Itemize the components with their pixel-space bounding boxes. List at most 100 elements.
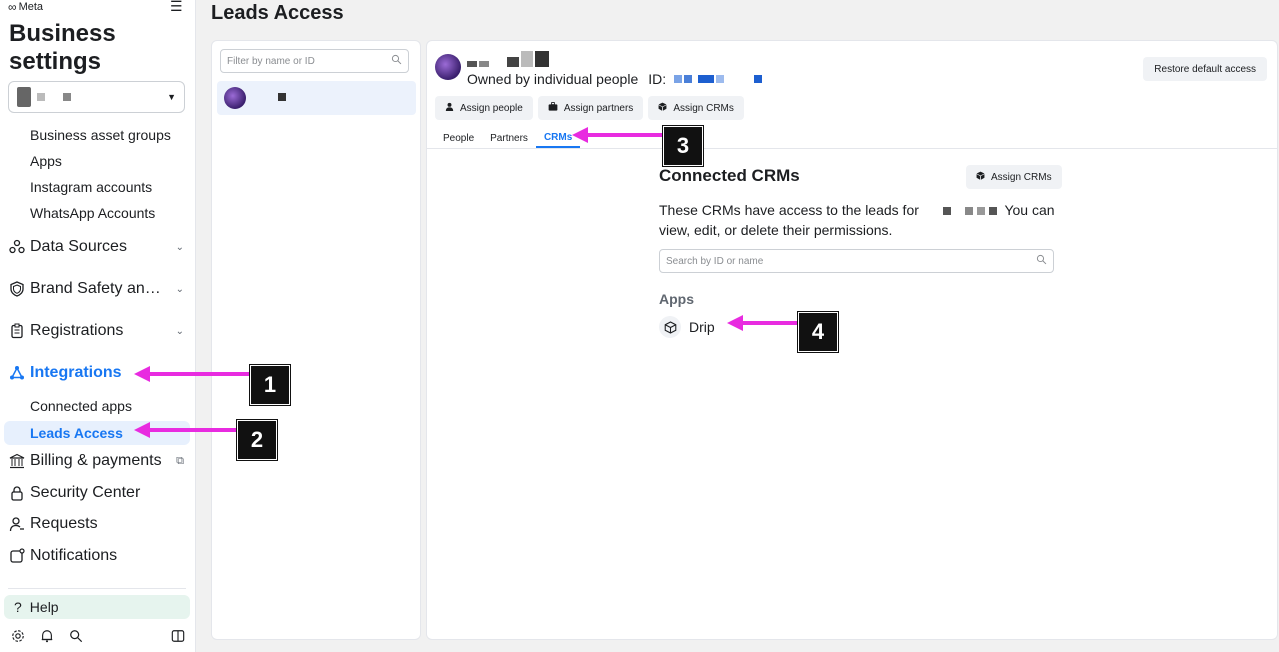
- apps-heading: Apps: [659, 291, 694, 307]
- lock-icon: [8, 484, 26, 502]
- sidebar-item-requests[interactable]: Requests: [8, 515, 184, 533]
- chevron-down-icon: ⌄: [175, 325, 184, 337]
- list-item-selected[interactable]: [217, 81, 416, 115]
- title-line-2: settings: [9, 48, 102, 75]
- button-label: Assign people: [460, 102, 523, 114]
- sidebar-item-label: Billing & payments: [30, 452, 162, 469]
- assign-crms-button[interactable]: Assign CRMs: [648, 96, 744, 120]
- filter-field: [220, 49, 409, 73]
- description-text: These CRMs have access to the leads for: [659, 202, 919, 218]
- help-label: Help: [29, 599, 59, 615]
- sidebar-item-whatsapp-accounts[interactable]: WhatsApp Accounts: [30, 205, 155, 221]
- redacted-block: [278, 93, 286, 101]
- person-request-icon: [8, 515, 26, 533]
- business-selector[interactable]: ▼: [8, 81, 185, 113]
- briefcase-icon: [548, 102, 558, 114]
- button-label: Assign partners: [563, 102, 634, 114]
- title-line-1: Business: [9, 20, 116, 47]
- crm-search-input[interactable]: [666, 255, 1026, 267]
- tab-bar: People Partners CRMs: [435, 129, 581, 148]
- sidebar-item-label: Data Sources: [30, 238, 127, 255]
- integrations-icon: [8, 364, 26, 382]
- redacted-block: [507, 57, 519, 67]
- crm-search-field: [659, 249, 1054, 273]
- caret-down-icon: ▼: [167, 92, 176, 102]
- sidebar-item-security-center[interactable]: Security Center: [8, 484, 184, 502]
- section-description: These CRMs have access to the leads for …: [659, 200, 1059, 240]
- search-icon: [391, 54, 402, 68]
- bank-icon: [8, 452, 26, 470]
- annotation-arrow: [741, 321, 801, 325]
- clipboard-icon: [8, 322, 26, 340]
- redacted-name: [942, 207, 997, 216]
- annotation-badge-2: 2: [237, 420, 277, 460]
- sidebar-footer-icons: [10, 628, 186, 644]
- bell-icon[interactable]: [39, 628, 55, 644]
- sidebar-item-connected-apps[interactable]: Connected apps: [30, 398, 132, 414]
- list-item-drip[interactable]: Drip: [659, 316, 715, 338]
- assign-partners-button[interactable]: Assign partners: [537, 96, 644, 120]
- cube-icon: [976, 171, 985, 183]
- restore-default-access-button[interactable]: Restore default access: [1143, 57, 1267, 81]
- sidebar-item-billing[interactable]: Billing & payments ⧉: [8, 452, 184, 470]
- sidebar-item-apps[interactable]: Apps: [30, 153, 62, 169]
- detail-panel: Owned by individual people ID: Restore d…: [426, 40, 1278, 640]
- meta-brand-text: Meta: [18, 1, 44, 13]
- panel-toggle-icon[interactable]: [170, 628, 186, 644]
- help-button[interactable]: ? Help: [4, 595, 190, 619]
- assign-crms-secondary-button[interactable]: Assign CRMs: [966, 165, 1062, 189]
- assign-people-button[interactable]: Assign people: [435, 96, 533, 120]
- sidebar-item-business-asset-groups[interactable]: Business asset groups: [30, 127, 171, 143]
- tab-partners[interactable]: Partners: [482, 129, 536, 148]
- annotation-arrow: [148, 372, 253, 376]
- external-link-icon: ⧉: [176, 454, 184, 467]
- app-name: Drip: [689, 319, 715, 335]
- sidebar-item-label: Brand Safety an…: [30, 280, 161, 297]
- search-icon: [1036, 252, 1047, 270]
- sidebar-item-label: Security Center: [30, 484, 141, 501]
- button-label: Assign CRMs: [991, 171, 1052, 183]
- cube-icon: [658, 102, 667, 114]
- page-title: Leads Access: [211, 2, 344, 24]
- menu-icon[interactable]: ☰: [170, 0, 183, 15]
- avatar: [435, 54, 461, 80]
- redacted-id: [674, 75, 763, 83]
- annotation-badge-1: 1: [250, 365, 290, 405]
- sidebar-item-notifications[interactable]: Notifications: [8, 547, 184, 565]
- sidebar: ∞ Meta ☰ Business settings ▼ Business as…: [0, 0, 196, 652]
- sidebar-item-label: Notifications: [30, 547, 118, 564]
- annotation-arrow: [148, 428, 240, 432]
- tab-divider: [427, 148, 1277, 149]
- sidebar-item-label: Registrations: [30, 322, 124, 339]
- filter-input[interactable]: [227, 55, 377, 67]
- divider: [8, 588, 186, 589]
- business-logo: [17, 87, 31, 107]
- redacted-block: [37, 93, 45, 101]
- notification-icon: [8, 547, 26, 565]
- section-title: Connected CRMs: [659, 166, 800, 185]
- tab-people[interactable]: People: [435, 129, 482, 148]
- meta-logo: ∞ Meta: [8, 0, 43, 14]
- button-label: Assign CRMs: [673, 102, 734, 114]
- avatar: [224, 87, 246, 109]
- redacted-block: [521, 51, 533, 67]
- redacted-block: [535, 51, 549, 67]
- annotation-badge-3: 3: [663, 126, 703, 166]
- chevron-down-icon: ⌄: [175, 283, 184, 295]
- ownership-line: Owned by individual people ID:: [467, 71, 763, 87]
- sidebar-item-leads-access[interactable]: Leads Access: [30, 425, 123, 441]
- redacted-block: [467, 61, 477, 67]
- redacted-block: [63, 93, 71, 101]
- sidebar-item-instagram-accounts[interactable]: Instagram accounts: [30, 179, 152, 195]
- meta-infinity-icon: ∞: [8, 0, 17, 14]
- sidebar-item-data-sources[interactable]: Data Sources ⌄: [8, 238, 184, 256]
- gear-icon[interactable]: [10, 628, 26, 644]
- chevron-down-icon: ⌄: [175, 241, 184, 253]
- search-icon[interactable]: [68, 628, 84, 644]
- annotation-badge-4: 4: [798, 312, 838, 352]
- ownership-text: Owned by individual people: [467, 71, 639, 87]
- id-label: ID:: [648, 71, 667, 87]
- sidebar-item-registrations[interactable]: Registrations ⌄: [8, 322, 184, 340]
- redacted-block: [479, 61, 489, 67]
- sidebar-item-brand-safety[interactable]: Brand Safety an… ⌄: [8, 280, 184, 298]
